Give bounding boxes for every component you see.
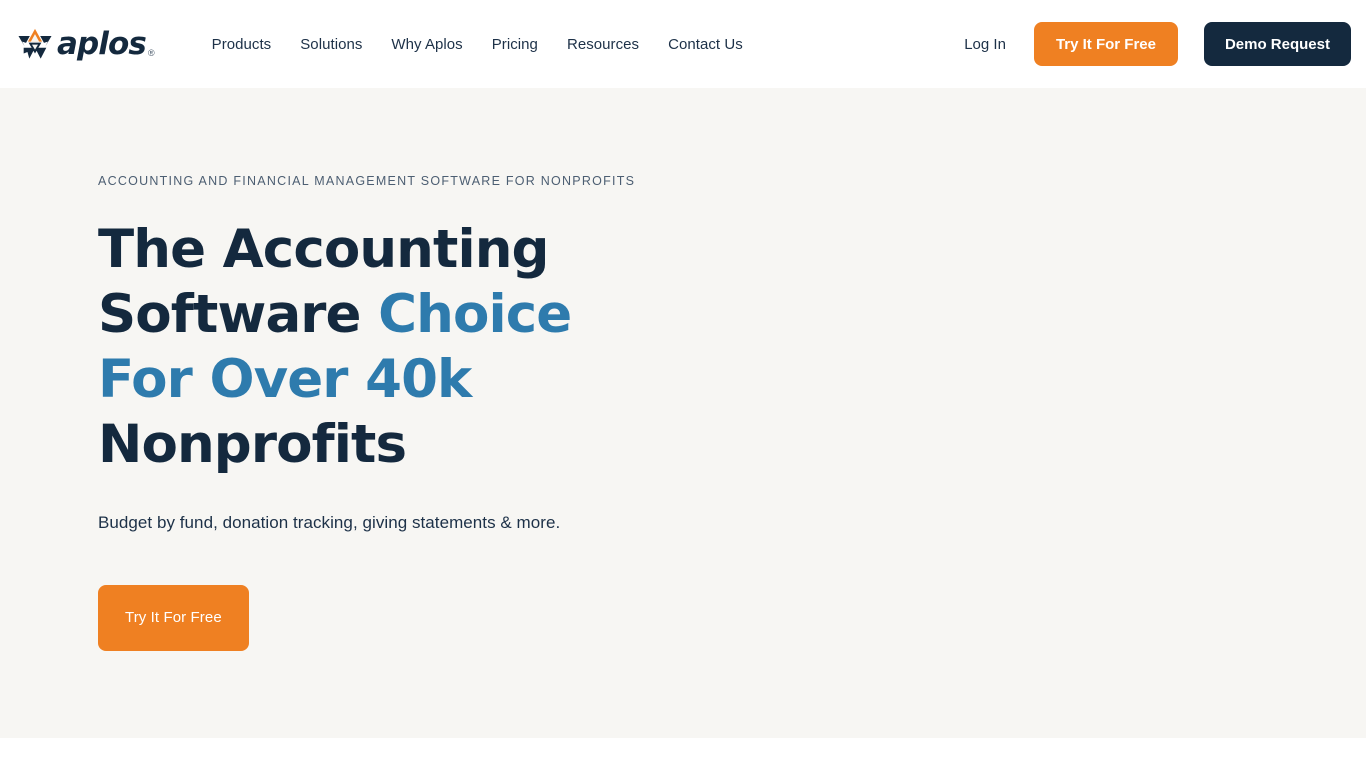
header-demo-request-button[interactable]: Demo Request bbox=[1203, 22, 1351, 66]
nav-item-pricing[interactable]: Pricing bbox=[492, 37, 538, 52]
hero-title-part-two: Nonprofits bbox=[98, 414, 407, 475]
hero-content: ACCOUNTING AND FINANCIAL MANAGEMENT SOFT… bbox=[98, 174, 718, 651]
aplos-logo-link[interactable]: aplos ® bbox=[16, 27, 155, 61]
nav-item-contact-us[interactable]: Contact Us bbox=[668, 37, 743, 52]
hero-try-it-for-free-button[interactable]: Try It For Free bbox=[98, 584, 249, 651]
log-in-link[interactable]: Log In bbox=[964, 37, 1034, 52]
registered-trademark-mark: ® bbox=[148, 47, 155, 58]
nav-item-products[interactable]: Products bbox=[212, 37, 272, 52]
main-navigation: Products Solutions Why Aplos Pricing Res… bbox=[212, 37, 743, 52]
hero-subtitle: Budget by fund, donation tracking, givin… bbox=[98, 513, 561, 532]
hero-section: ACCOUNTING AND FINANCIAL MANAGEMENT SOFT… bbox=[0, 88, 1366, 738]
site-header: aplos ® Products Solutions Why Aplos Pri… bbox=[0, 0, 1366, 88]
page-title: The Accounting Software Choice For Over … bbox=[98, 217, 638, 477]
header-actions: Log In Try It For Free Demo Request bbox=[964, 22, 1351, 66]
page-bottom-whitespace bbox=[0, 738, 1366, 768]
nav-item-solutions[interactable]: Solutions bbox=[300, 37, 362, 52]
header-try-it-for-free-button[interactable]: Try It For Free bbox=[1033, 22, 1178, 66]
nav-item-why-aplos[interactable]: Why Aplos bbox=[391, 37, 462, 52]
nav-item-resources[interactable]: Resources bbox=[567, 37, 639, 52]
logo-wordmark-text: aplos bbox=[57, 25, 147, 62]
aplos-pinwheel-logo-icon bbox=[16, 27, 54, 61]
hero-eyebrow-text: ACCOUNTING AND FINANCIAL MANAGEMENT SOFT… bbox=[98, 174, 636, 188]
